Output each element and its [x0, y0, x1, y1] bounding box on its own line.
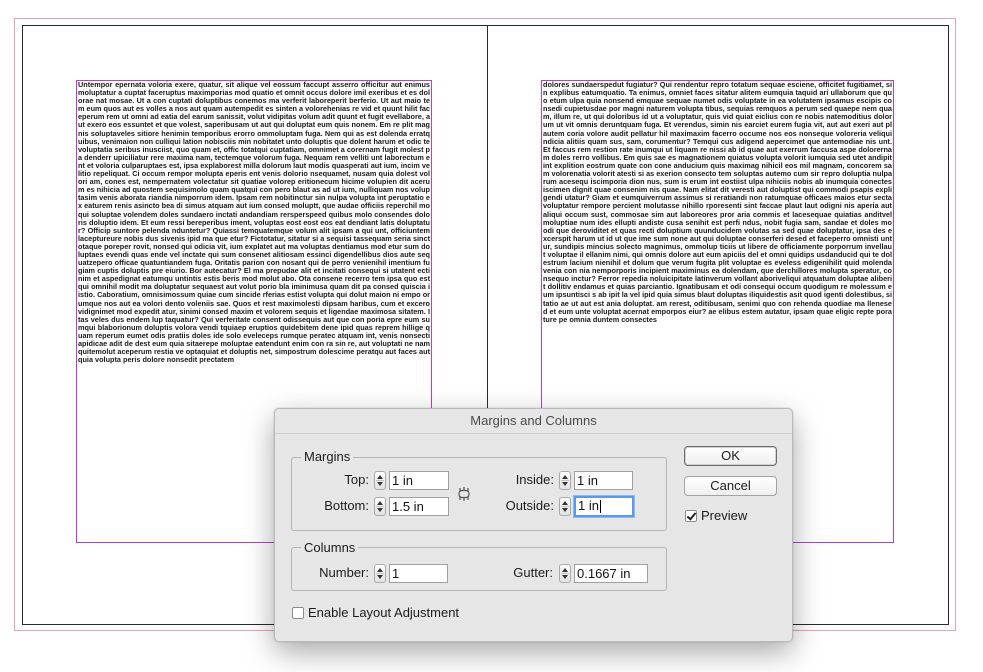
text-caret — [599, 500, 601, 514]
enable-layout-adjustment-label[interactable]: Enable Layout Adjustment — [308, 605, 459, 620]
stepper-up-icon[interactable] — [562, 501, 568, 505]
outside-margin-value: 1 in — [578, 498, 599, 513]
stepper-up-icon[interactable] — [377, 501, 383, 505]
top-stepper[interactable] — [374, 471, 386, 490]
cancel-button[interactable]: Cancel — [684, 476, 777, 496]
number-stepper[interactable] — [374, 564, 386, 583]
stepper-up-icon[interactable] — [562, 475, 568, 479]
enable-layout-adjustment-checkbox[interactable] — [292, 607, 304, 619]
outside-label: Outside: — [505, 498, 554, 513]
stepper-down-icon[interactable] — [377, 575, 383, 579]
inside-margin-input[interactable]: 1 in — [574, 471, 633, 490]
gutter-label: Gutter: — [513, 565, 553, 580]
inside-label: Inside: — [515, 472, 554, 487]
outside-stepper[interactable] — [559, 497, 571, 516]
preview-checkbox[interactable] — [685, 510, 697, 522]
number-of-columns-input[interactable]: 1 — [389, 564, 448, 583]
stepper-down-icon[interactable] — [377, 508, 383, 512]
stepper-down-icon[interactable] — [562, 482, 568, 486]
margins-and-columns-dialog: Margins and Columns Margins Top: 1 in Bo… — [274, 408, 793, 642]
dialog-title: Margins and Columns — [470, 413, 597, 428]
margins-group-label: Margins — [301, 449, 354, 464]
number-label: Number: — [319, 565, 369, 580]
gutter-stepper[interactable] — [559, 564, 571, 583]
stepper-up-icon[interactable] — [562, 568, 568, 572]
title-separator — [275, 433, 792, 434]
margins-group — [291, 457, 667, 531]
stepper-up-icon[interactable] — [377, 475, 383, 479]
left-page-body-text: Untempor epernata voloria exere, quatur,… — [78, 80, 430, 365]
top-margin-input[interactable]: 1 in — [389, 471, 449, 490]
stepper-up-icon[interactable] — [377, 568, 383, 572]
gutter-input[interactable]: 0.1667 in — [574, 564, 648, 583]
inside-stepper[interactable] — [559, 471, 571, 490]
bottom-stepper[interactable] — [374, 497, 386, 516]
outside-margin-input[interactable]: 1 in — [574, 496, 634, 517]
top-label: Top: — [344, 472, 369, 487]
stepper-down-icon[interactable] — [562, 575, 568, 579]
right-page-body-text: dolores sundaerspedut fugiatur? Qui rend… — [543, 80, 892, 324]
stepper-down-icon[interactable] — [377, 482, 383, 486]
chain-link-icon[interactable] — [456, 485, 472, 503]
bottom-margin-input[interactable]: 1.5 in — [389, 497, 449, 516]
bottom-label: Bottom: — [324, 498, 369, 513]
preview-label[interactable]: Preview — [701, 508, 747, 523]
stepper-down-icon[interactable] — [562, 508, 568, 512]
columns-group-label: Columns — [301, 540, 359, 555]
ok-button[interactable]: OK — [684, 446, 777, 466]
